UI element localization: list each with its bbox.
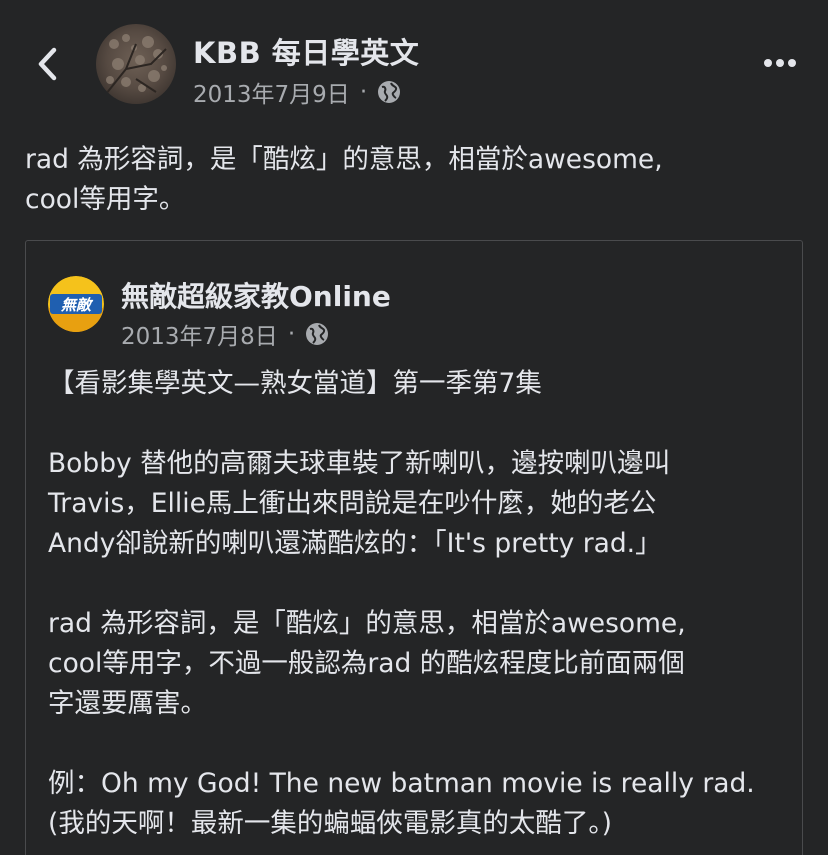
page-avatar[interactable] — [96, 24, 176, 104]
globe-icon — [377, 80, 401, 104]
post-text: rad 為形容詞，是「酷炫」的意思，相當於awesome, cool等用字。 — [25, 140, 805, 220]
meta-separator: · — [287, 321, 296, 347]
more-dots-icon — [764, 59, 796, 67]
post-date[interactable]: 2013年7月9日 — [193, 75, 350, 109]
shared-text-line: 【看影集學英文—熟女當道】第一季第7集 — [48, 368, 542, 399]
shared-logo: 無敵 — [48, 276, 104, 332]
globe-icon — [305, 322, 329, 346]
shared-text-line — [48, 564, 788, 604]
shared-post-card[interactable]: 無敵 無敵超級家教Online 2013年7月8日 · 【看影集學英文—熟女當道… — [25, 240, 803, 855]
shared-post-date[interactable]: 2013年7月8日 — [121, 317, 278, 351]
back-button[interactable] — [30, 44, 64, 84]
shared-text-line: 字還要厲害。 — [48, 688, 207, 719]
shared-logo-text: 無敵 — [60, 296, 94, 314]
shared-page-name[interactable]: 無敵超級家教Online — [121, 275, 391, 315]
shared-text-line — [48, 404, 788, 444]
page-name[interactable]: KBB 每日學英文 — [193, 30, 419, 72]
post-text-line: cool等用字。 — [25, 184, 186, 215]
shared-text-line: cool等用字，不過一般認為rad 的酷炫程度比前面兩個 — [48, 648, 685, 679]
shared-text-line: Andy卻說新的喇叭還滿酷炫的：「It's pretty rad.」 — [48, 528, 662, 559]
chevron-left-icon — [38, 47, 57, 81]
shared-text-line — [48, 724, 788, 764]
shared-text-line: rad 為形容詞，是「酷炫」的意思，相當於awesome, — [48, 608, 686, 639]
shared-text-line: Bobby 替他的高爾夫球車裝了新喇叭，邊按喇叭邊叫 — [48, 448, 671, 479]
shared-text-line: (我的天啊！最新一集的蝙蝠俠電影真的太酷了。) — [48, 808, 612, 839]
shared-post-text: 【看影集學英文—熟女當道】第一季第7集 Bobby 替他的高爾夫球車裝了新喇叭，… — [48, 364, 788, 844]
post-page: KBB 每日學英文 2013年7月9日 · rad 為形容詞，是「酷炫」的意思，… — [0, 0, 828, 855]
avatar-image — [96, 24, 176, 104]
shared-text-line: Travis，Ellie馬上衝出來問說是在吵什麼，她的老公 — [48, 488, 657, 519]
post-meta: 2013年7月9日 · — [193, 75, 401, 109]
shared-page-avatar[interactable]: 無敵 — [48, 276, 104, 332]
more-options-button[interactable] — [760, 48, 800, 78]
shared-text-line: 例：Oh my God! The new batman movie is rea… — [48, 768, 755, 799]
shared-post-meta: 2013年7月8日 · — [121, 317, 329, 351]
post-text-line: rad 為形容詞，是「酷炫」的意思，相當於awesome, — [25, 144, 663, 175]
meta-separator: · — [359, 79, 368, 105]
